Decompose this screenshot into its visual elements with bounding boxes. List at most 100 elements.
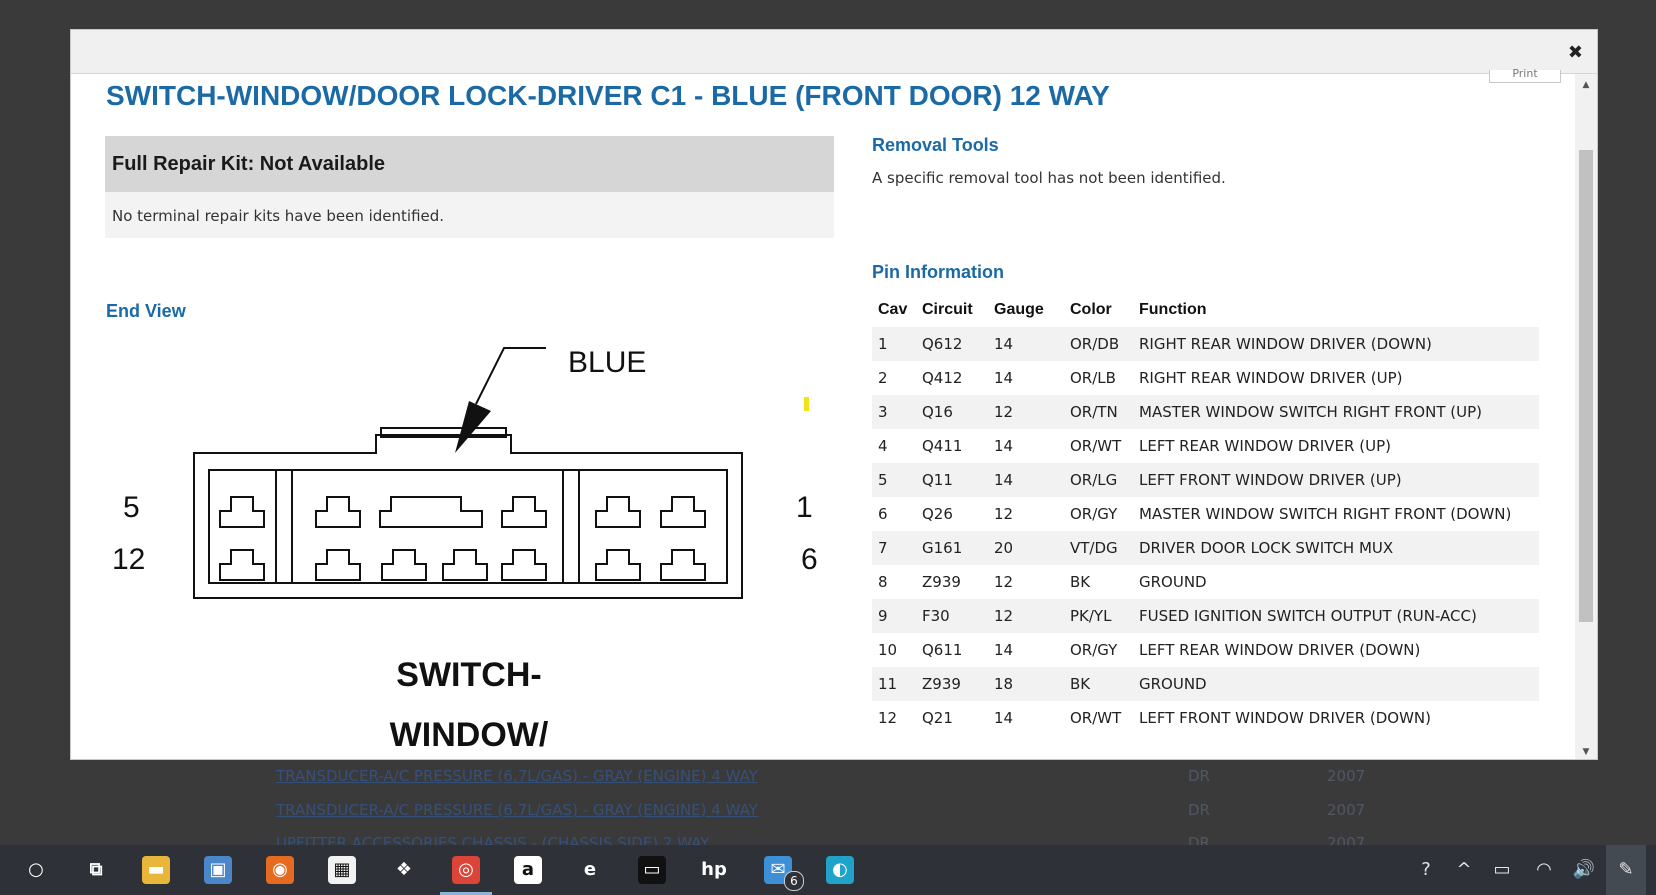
chevron-up-icon[interactable]: ^ xyxy=(1448,845,1480,895)
circuit-cell: Q26 xyxy=(922,505,953,523)
function-cell: LEFT FRONT WINDOW DRIVER (DOWN) xyxy=(1139,709,1432,727)
cav-cell: 6 xyxy=(878,505,888,523)
function-cell: GROUND xyxy=(1139,573,1207,591)
terminal-cavity xyxy=(381,549,427,581)
help-icon[interactable]: ? xyxy=(1408,845,1444,895)
terminal-cavity xyxy=(595,496,641,528)
color-cell: BK xyxy=(1056,667,1133,701)
circuit-cell: Q412 xyxy=(922,369,963,387)
chrome-icon-glyph: ◎ xyxy=(452,856,480,884)
circuit-cell: Z939 xyxy=(922,573,961,591)
modal-scrollbar[interactable]: ▲ ▼ xyxy=(1575,74,1597,759)
windows-taskbar: ○ ⧉ ▬ ▣ ◉ ▦ ❖ ◎ a e ▭ hp ✉ 6 ◐ ? ^ ▭ ◠ 🔊 ✎ xyxy=(0,845,1656,895)
terminal-cavity xyxy=(219,549,265,581)
volume-icon[interactable]: 🔊 xyxy=(1568,845,1600,895)
mail-icon[interactable]: ✉ 6 xyxy=(752,845,804,895)
computer-settings-icon[interactable]: ▣ xyxy=(192,845,244,895)
terminal-cavity xyxy=(660,496,706,528)
cav-cell: 12 xyxy=(878,709,898,727)
function-cell: LEFT FRONT WINDOW DRIVER (UP) xyxy=(1133,463,1539,497)
file-explorer-icon[interactable]: ▬ xyxy=(130,845,182,895)
amazon-icon-glyph: a xyxy=(514,856,542,884)
background-model: DR xyxy=(1188,767,1210,785)
highlight-mark xyxy=(804,397,809,411)
circuit-cell: G161 xyxy=(916,531,986,565)
gauge-cell: 14 xyxy=(994,641,1014,659)
terminal-icon-glyph: ▭ xyxy=(638,856,666,884)
gauge-cell: 14 xyxy=(986,327,1056,361)
terminal-cavity xyxy=(660,549,706,581)
cav-cell: 5 xyxy=(872,463,916,497)
background-model: DR xyxy=(1188,801,1210,819)
pin-label-5: 5 xyxy=(123,491,140,524)
task-view-icon-glyph: ⧉ xyxy=(82,856,110,884)
wifi-icon[interactable]: ◠ xyxy=(1528,845,1560,895)
table-row: 8 Z939 12 BK GROUND xyxy=(872,565,1539,599)
scroll-up-icon[interactable]: ▲ xyxy=(1575,80,1597,90)
table-row: 9 F30 12 PK/YL FUSED IGNITION SWITCH OUTPUT … xyxy=(872,599,1539,633)
firefox-icon[interactable]: ◉ xyxy=(254,845,306,895)
chrome-icon[interactable]: ◎ xyxy=(440,845,492,895)
scroll-thumb[interactable] xyxy=(1579,150,1593,622)
table-row: 4 Q411 14 OR/WT LEFT REAR WINDOW DRIVER (UP) xyxy=(872,429,1539,463)
background-link[interactable]: TRANSDUCER-A/C PRESSURE (6.7L/GAS) - GRA… xyxy=(276,801,758,819)
hp-icon-glyph: hp xyxy=(700,856,728,884)
cav-cell: 1 xyxy=(872,327,916,361)
microsoft-store-icon-glyph: ▦ xyxy=(328,856,356,884)
cav-cell: 2 xyxy=(878,369,888,387)
circuit-cell: Q11 xyxy=(916,463,986,497)
table-row: 10 Q611 14 OR/GY LEFT REAR WINDOW DRIVER (DO… xyxy=(872,633,1539,667)
pin-label-6: 6 xyxy=(801,543,818,576)
dropbox-icon[interactable]: ❖ xyxy=(378,845,430,895)
table-row: 6 Q26 12 OR/GY MASTER WINDOW SWITCH RIGHT FR… xyxy=(872,497,1539,531)
removal-tools-text: A specific removal tool has not been ide… xyxy=(872,169,1226,187)
column-header-circuit: Circuit xyxy=(922,301,973,318)
circuit-cell: Q611 xyxy=(922,641,963,659)
column-header-function: Function xyxy=(1139,301,1207,318)
edge-icon[interactable]: ◐ xyxy=(814,845,866,895)
gauge-cell: 14 xyxy=(994,437,1014,455)
cav-cell: 8 xyxy=(878,573,888,591)
color-cell: OR/GY xyxy=(1070,505,1118,523)
table-row: 7 G161 20 VT/DG DRIVER DOOR LOCK SWITCH MUX xyxy=(872,531,1539,565)
color-cell: PK/YL xyxy=(1056,599,1133,633)
diagram-caption-line1: SWITCH- xyxy=(396,656,541,694)
function-cell: FUSED IGNITION SWITCH OUTPUT (RUN-ACC) xyxy=(1133,599,1539,633)
pin-label-1: 1 xyxy=(796,491,813,524)
cav-cell: 10 xyxy=(878,641,898,659)
hp-icon[interactable]: hp xyxy=(688,845,740,895)
cortana-icon[interactable]: ○ xyxy=(10,845,62,895)
gauge-cell: 20 xyxy=(986,531,1056,565)
battery-icon[interactable]: ▭ xyxy=(1486,845,1518,895)
function-cell: MASTER WINDOW SWITCH RIGHT FRONT (DOWN) xyxy=(1139,505,1512,523)
function-cell: MASTER WINDOW SWITCH RIGHT FRONT (UP) xyxy=(1133,395,1539,429)
column-header-cav: Cav xyxy=(878,301,908,318)
cav-cell: 7 xyxy=(872,531,916,565)
gauge-cell: 12 xyxy=(986,395,1056,429)
microsoft-store-icon[interactable]: ▦ xyxy=(316,845,368,895)
circuit-cell: F30 xyxy=(916,599,986,633)
close-icon[interactable]: ✖ xyxy=(1568,42,1583,63)
cav-cell: 4 xyxy=(878,437,888,455)
amazon-icon[interactable]: a xyxy=(502,845,554,895)
circuit-cell: Q612 xyxy=(916,327,986,361)
pin-information-heading: Pin Information xyxy=(872,262,1004,282)
terminal-icon[interactable]: ▭ xyxy=(626,845,678,895)
print-button[interactable]: Print xyxy=(1489,68,1561,83)
function-cell: RIGHT REAR WINDOW DRIVER (DOWN) xyxy=(1133,327,1539,361)
table-row: 11 Z939 18 BK GROUND xyxy=(872,667,1539,701)
table-row: 5 Q11 14 OR/LG LEFT FRONT WINDOW DRIVER (UP) xyxy=(872,463,1539,497)
column-header-color: Color xyxy=(1070,301,1112,318)
table-row: 1 Q612 14 OR/DB RIGHT REAR WINDOW DRIVER (DO… xyxy=(872,327,1539,361)
internet-explorer-icon[interactable]: e xyxy=(564,845,616,895)
function-cell: RIGHT REAR WINDOW DRIVER (UP) xyxy=(1139,369,1403,387)
pen-icon[interactable]: ✎ xyxy=(1606,845,1646,895)
color-cell: OR/DB xyxy=(1056,327,1133,361)
cav-cell: 3 xyxy=(872,395,916,429)
circuit-cell: Q16 xyxy=(916,395,986,429)
scroll-down-icon[interactable]: ▼ xyxy=(1575,747,1597,757)
background-year: 2007 xyxy=(1327,801,1366,819)
task-view-icon[interactable]: ⧉ xyxy=(70,845,122,895)
background-link[interactable]: TRANSDUCER-A/C PRESSURE (6.7L/GAS) - GRA… xyxy=(276,767,758,785)
firefox-icon-glyph: ◉ xyxy=(266,856,294,884)
